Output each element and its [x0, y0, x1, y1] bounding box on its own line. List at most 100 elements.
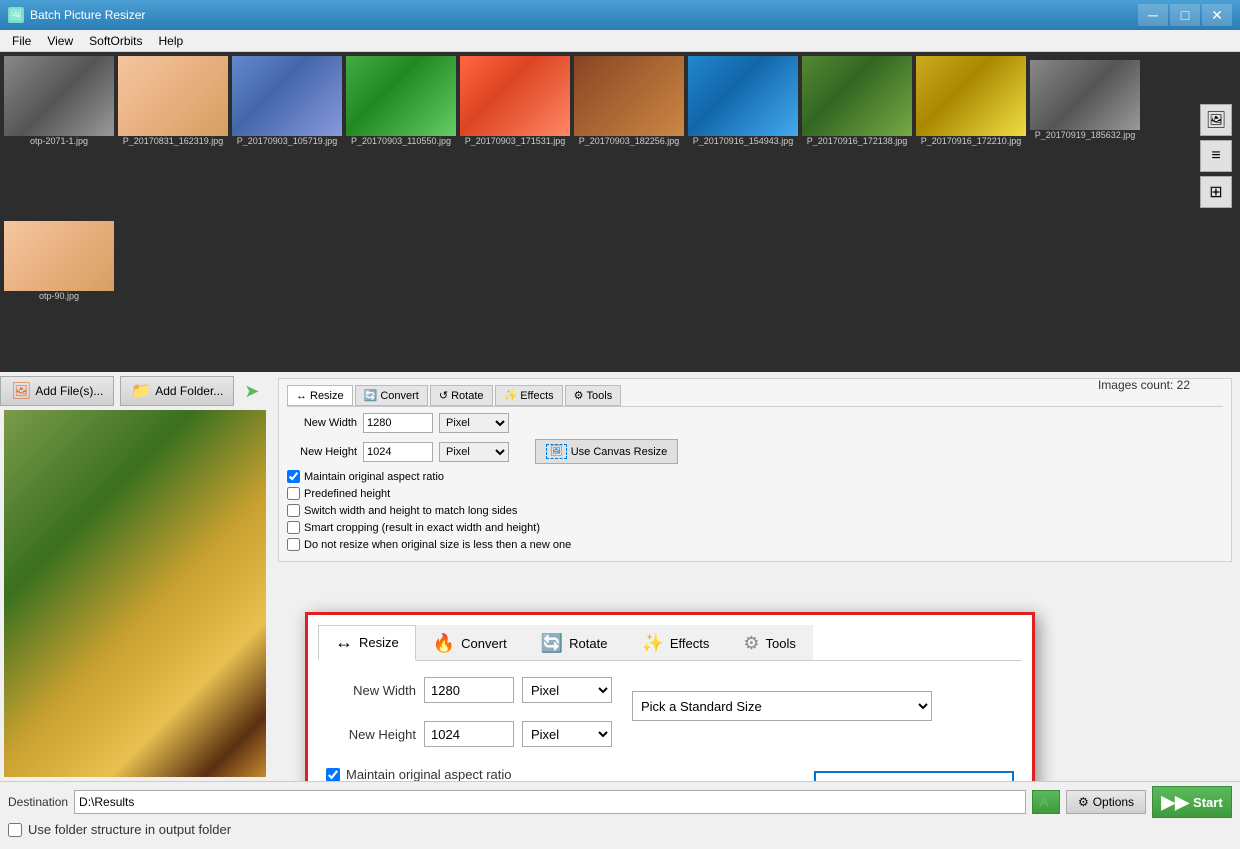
bg-tab-effects[interactable]: ✨Effects	[495, 385, 563, 406]
thumb-8-label: P_20170916_172138.jpg	[807, 136, 908, 146]
minimize-button[interactable]: ─	[1138, 4, 1168, 26]
bg-canvas-resize-button[interactable]: 🖼 Use Canvas Resize	[535, 439, 678, 464]
bg-height-unit-select[interactable]: Pixel	[439, 442, 509, 462]
thumb-3-label: P_20170903_105719.jpg	[237, 136, 338, 146]
thumb-7-label: P_20170916_154943.jpg	[693, 136, 794, 146]
preview-image	[4, 410, 266, 777]
side-icon-2[interactable]: ≡	[1200, 140, 1232, 172]
bg-width-unit-select[interactable]: Pixel	[439, 413, 509, 433]
bg-width-input[interactable]	[363, 413, 433, 433]
bg-new-width-label: New Width	[287, 417, 357, 429]
bg-switch-wh-check[interactable]	[287, 504, 300, 517]
bg-no-resize-check[interactable]	[287, 538, 300, 551]
images-count: Images count: 22	[1098, 378, 1190, 392]
modal-resize-panel: ↔ Resize 🔥 Convert 🔄 Rotate ✨ Effects ⚙	[305, 612, 1035, 781]
modal-tab-convert[interactable]: 🔥 Convert	[416, 625, 524, 660]
thumb-4[interactable]: P_20170903_110550.jpg	[346, 56, 456, 213]
close-button[interactable]: ✕	[1202, 4, 1232, 26]
thumb-2[interactable]: P_20170831_162319.jpg	[118, 56, 228, 213]
side-toolbar: 🖼 ≡ ⊞	[1200, 104, 1232, 208]
new-height-label: New Height	[326, 727, 416, 742]
app-title: Batch Picture Resizer	[30, 8, 1138, 22]
bg-new-width-row: New Width Pixel	[287, 413, 1223, 433]
bg-switch-wh-row: Switch width and height to match long si…	[287, 504, 1223, 517]
thumb-6-label: P_20170903_182256.jpg	[579, 136, 680, 146]
bg-new-height-label: New Height	[287, 446, 357, 458]
effects-tab-icon: ✨	[641, 633, 663, 654]
new-width-unit-select[interactable]: Pixel Percent Cm Inch	[522, 677, 612, 703]
menu-softorbits[interactable]: SoftOrbits	[81, 32, 150, 50]
new-width-input[interactable]	[424, 677, 514, 703]
new-width-row: New Width Pixel Percent Cm Inch	[326, 677, 612, 703]
thumb-5[interactable]: P_20170903_171531.jpg	[460, 56, 570, 213]
thumb-1-label: otp-2071-1.jpg	[30, 136, 88, 146]
bg-tab-resize[interactable]: ↔Resize	[287, 385, 353, 406]
modal-tab-resize[interactable]: ↔ Resize	[318, 625, 416, 661]
new-height-unit-select[interactable]: Pixel Percent Cm Inch	[522, 721, 612, 747]
add-folder-button[interactable]: 📁 Add Folder...	[120, 376, 234, 406]
start-arrow-icon: ▶▶	[1161, 792, 1189, 813]
bg-maintain-aspect-row: Maintain original aspect ratio	[287, 470, 1223, 483]
bg-smart-crop-check[interactable]	[287, 521, 300, 534]
menu-view[interactable]: View	[39, 32, 81, 50]
convert-tab-icon: 🔥	[433, 633, 455, 654]
thumb-9[interactable]: P_20170916_172210.jpg	[916, 56, 1026, 213]
maximize-button[interactable]: □	[1170, 4, 1200, 26]
tools-tab-icon: ⚙	[743, 633, 759, 654]
side-icon-1[interactable]: 🖼	[1200, 104, 1232, 136]
modal-tab-tools[interactable]: ⚙ Tools	[726, 625, 813, 660]
canvas-resize-button[interactable]: Use Canvas Resize	[814, 771, 1014, 781]
add-files-row: 🖼 Add File(s)... 📁 Add Folder... ➤	[0, 372, 270, 410]
thumb-6[interactable]: P_20170903_182256.jpg	[574, 56, 684, 213]
thumb-7[interactable]: P_20170916_154943.jpg	[688, 56, 798, 213]
arrow-icon: ➤	[244, 381, 259, 402]
maintain-aspect-row: Maintain original aspect ratio	[326, 767, 794, 781]
thumb-4-label: P_20170903_110550.jpg	[351, 136, 451, 146]
destination-input[interactable]	[74, 790, 1026, 814]
bg-smart-crop-row: Smart cropping (result in exact width an…	[287, 521, 1223, 534]
new-height-input[interactable]	[424, 721, 514, 747]
thumb-3[interactable]: P_20170903_105719.jpg	[232, 56, 342, 213]
new-width-label: New Width	[326, 683, 416, 698]
maintain-aspect-check[interactable]	[326, 768, 340, 782]
side-icon-grid[interactable]: ⊞	[1200, 176, 1232, 208]
bg-predefined-height-check[interactable]	[287, 487, 300, 500]
destination-row: Destination ⚙ Options ▶▶ Start	[8, 786, 1232, 818]
destination-browse-button[interactable]	[1032, 790, 1060, 814]
menu-file[interactable]: File	[4, 32, 39, 50]
folder-structure-row: Use folder structure in output folder	[8, 822, 1232, 837]
thumb-10-label: P_20170919_185632.jpg	[1035, 130, 1136, 140]
add-files-button[interactable]: 🖼 Add File(s)...	[0, 376, 114, 406]
image-grid: otp-2071-1.jpg P_20170831_162319.jpg P_2…	[0, 52, 1240, 372]
bg-tabs: ↔Resize 🔄Convert ↺Rotate ✨Effects ⚙Tools	[287, 385, 1223, 407]
bg-tab-tools[interactable]: ⚙Tools	[565, 385, 622, 406]
bg-maintain-aspect-check[interactable]	[287, 470, 300, 483]
bg-no-resize-row: Do not resize when original size is less…	[287, 538, 1223, 551]
modal-tab-rotate[interactable]: 🔄 Rotate	[524, 625, 625, 660]
standard-size-select[interactable]: Pick a Standard Size 800x600 1024x768 12…	[632, 691, 932, 721]
thumb-11[interactable]: otp-90.jpg	[4, 221, 114, 368]
title-bar: 🖼 Batch Picture Resizer ─ □ ✕	[0, 0, 1240, 30]
main-area: otp-2071-1.jpg P_20170831_162319.jpg P_2…	[0, 52, 1240, 849]
options-button[interactable]: ⚙ Options	[1066, 790, 1146, 814]
app-icon: 🖼	[8, 7, 24, 23]
bg-predefined-height-row: Predefined height	[287, 487, 1223, 500]
thumb-8[interactable]: P_20170916_172138.jpg	[802, 56, 912, 213]
menu-help[interactable]: Help	[151, 32, 192, 50]
window-controls: ─ □ ✕	[1138, 4, 1232, 26]
start-button[interactable]: ▶▶ Start	[1152, 786, 1232, 818]
thumb-2-label: P_20170831_162319.jpg	[123, 136, 224, 146]
modal-tab-effects[interactable]: ✨ Effects	[624, 625, 726, 660]
preview-panel	[4, 410, 266, 777]
destination-label: Destination	[8, 795, 68, 809]
bg-new-height-row: New Height Pixel 🖼 Use Canvas Resize	[287, 439, 1223, 464]
thumb-9-label: P_20170916_172210.jpg	[921, 136, 1022, 146]
new-height-row: New Height Pixel Percent Cm Inch	[326, 721, 612, 747]
thumb-1[interactable]: otp-2071-1.jpg	[4, 56, 114, 213]
bg-tab-convert[interactable]: 🔄Convert	[355, 385, 428, 406]
folder-structure-check[interactable]	[8, 823, 22, 837]
menu-bar: File View SoftOrbits Help	[0, 30, 1240, 52]
thumb-10[interactable]: P_20170919_185632.jpg	[1030, 60, 1140, 213]
bg-tab-rotate[interactable]: ↺Rotate	[430, 385, 493, 406]
bg-height-input[interactable]	[363, 442, 433, 462]
